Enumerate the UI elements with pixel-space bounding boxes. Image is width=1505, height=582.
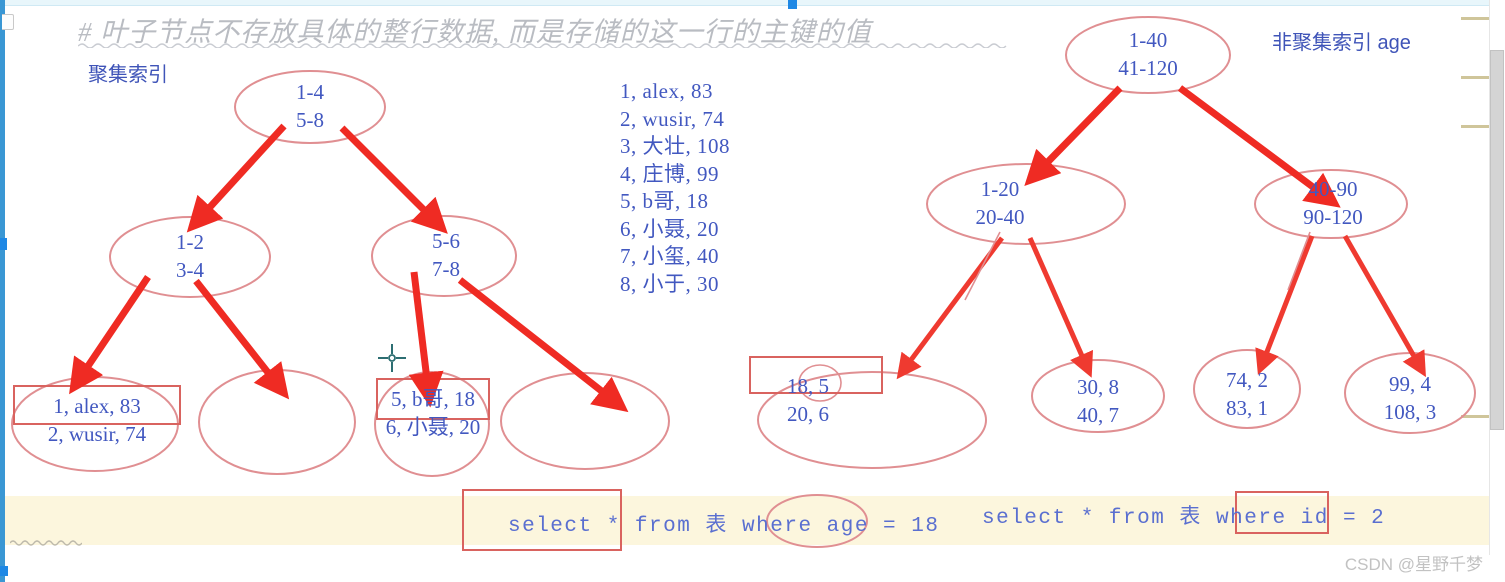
arrow-nc-root-to-left [1024, 85, 1123, 187]
highlight-box-age18-row [749, 356, 883, 394]
list-item: 4, 庄博, 99 [620, 161, 719, 186]
clustered-internal-label-right: 5-6 7-8 [432, 229, 460, 281]
clustered-internal-ellipse-left [109, 216, 271, 298]
list-item: 3, 大壮, 108 [620, 134, 730, 158]
vertical-scrollbar-track[interactable] [1489, 0, 1505, 555]
arrow-l1-to-leaf2 [193, 278, 290, 400]
nonclustered-leaf-label-3: 74, 2 83, 1 [1226, 368, 1268, 420]
nonclustered-internal-ellipse-right [1254, 169, 1408, 239]
nonclustered-leaf-ellipse-4 [1344, 352, 1476, 434]
clustered-leaf-ellipse-2 [198, 369, 356, 475]
clustered-leaf-ellipse-3 [374, 371, 490, 477]
nonclustered-index-label: 非聚集索引 age [1272, 32, 1411, 54]
wavy-underline [10, 540, 82, 546]
nonclustered-internal-label-left: 1-20 20-40 [975, 177, 1025, 229]
left-edge-rail [0, 0, 5, 582]
arrow-root-to-left [186, 123, 287, 233]
clustered-internal-ellipse-right [371, 215, 517, 297]
nonclustered-leaf-label-2: 30, 8 40, 7 [1077, 375, 1119, 427]
left-side-tab[interactable] [2, 14, 14, 30]
arrow-nc-root-to-right [1177, 85, 1341, 208]
sql-query-age: select * from 表 where age = 18 [508, 515, 940, 538]
arrow-l1-to-leaf1 [69, 275, 151, 395]
arrow-nc-l1-to-leaf2 [1027, 236, 1093, 378]
connector-line [964, 231, 1001, 301]
arrow-l2-to-leaf4 [457, 277, 629, 413]
crosshair-cursor [378, 344, 406, 372]
clustered-root-label: 1-4 5-8 [296, 80, 324, 132]
scroll-tick-mark [1461, 76, 1489, 79]
nonclustered-leaf-label-1: 18, 5 20, 6 [787, 374, 829, 426]
table-rows-list: 1, alex, 83 2, wusir, 74 3, 大壮, 108 4, 庄… [620, 78, 730, 298]
top-position-marker [788, 0, 797, 9]
list-item: 2, wusir, 74 [620, 106, 725, 131]
left-rail-highlight [0, 238, 7, 250]
clustered-leaf-label-1: 1, alex, 83 2, wusir, 74 [47, 394, 147, 446]
scroll-tick-mark [1461, 125, 1489, 128]
title-wavy-underline [78, 43, 1007, 48]
clustered-root-ellipse [234, 70, 386, 144]
list-item: 1, alex, 83 [620, 79, 713, 103]
nonclustered-root-label: 1-40 41-120 [1118, 28, 1178, 80]
nonclustered-internal-ellipse-left [926, 163, 1126, 245]
arrow-l2-to-leaf3 [408, 271, 444, 408]
sql-query-id: select * from 表 where id = 2 [982, 507, 1386, 530]
vertical-scrollbar-thumb[interactable] [1490, 50, 1504, 430]
scroll-tick-mark [1461, 415, 1489, 418]
top-border-strip [0, 0, 1505, 6]
scroll-tick-mark [1461, 17, 1489, 20]
nonclustered-root-ellipse [1065, 16, 1231, 94]
nonclustered-leaf-ellipse-3 [1193, 349, 1301, 429]
list-item: 5, b哥, 18 [620, 189, 709, 213]
nonclustered-leaf-ellipse-1 [757, 371, 987, 469]
diagram-overlay [11, 16, 1476, 551]
nonclustered-internal-label-right: 40-90 90-120 [1303, 177, 1363, 229]
highlight-box-alex-row [13, 385, 181, 425]
screenshot-root: # 叶子节点不存放具体的整行数据, 而是存储的这一行的主键的值 聚集索引 非聚集… [0, 0, 1505, 582]
nonclustered-leaf-ellipse-2 [1031, 359, 1165, 433]
arrow-root-to-right [339, 125, 448, 234]
arrow-nc-l2-to-leaf4 [1342, 234, 1426, 378]
list-item: 8, 小于, 30 [620, 271, 719, 296]
clustered-leaf-label-3: 5, b哥, 18 6, 小聂, 20 [385, 387, 481, 439]
highlight-circle-primary-key-5 [798, 364, 842, 402]
watermark-label: CSDN @星野千梦 [1344, 555, 1483, 574]
arrow-nc-l1-to-leaf1 [896, 236, 1005, 380]
list-item: 7, 小玺, 40 [620, 244, 719, 268]
list-item: 6, 小聂, 20 [620, 216, 719, 241]
clustered-internal-label-left: 1-2 3-4 [176, 230, 204, 282]
left-bottom-marker [0, 566, 8, 576]
arrow-nc-l2-to-leaf3 [1255, 235, 1315, 376]
connector-line [1287, 231, 1311, 291]
nonclustered-leaf-label-4: 99, 4 108, 3 [1383, 372, 1437, 424]
clustered-index-label: 聚集索引 [88, 64, 168, 86]
clustered-leaf-ellipse-1 [11, 376, 179, 472]
clustered-leaf-ellipse-4 [500, 372, 670, 470]
highlight-box-bge-row [376, 378, 490, 420]
